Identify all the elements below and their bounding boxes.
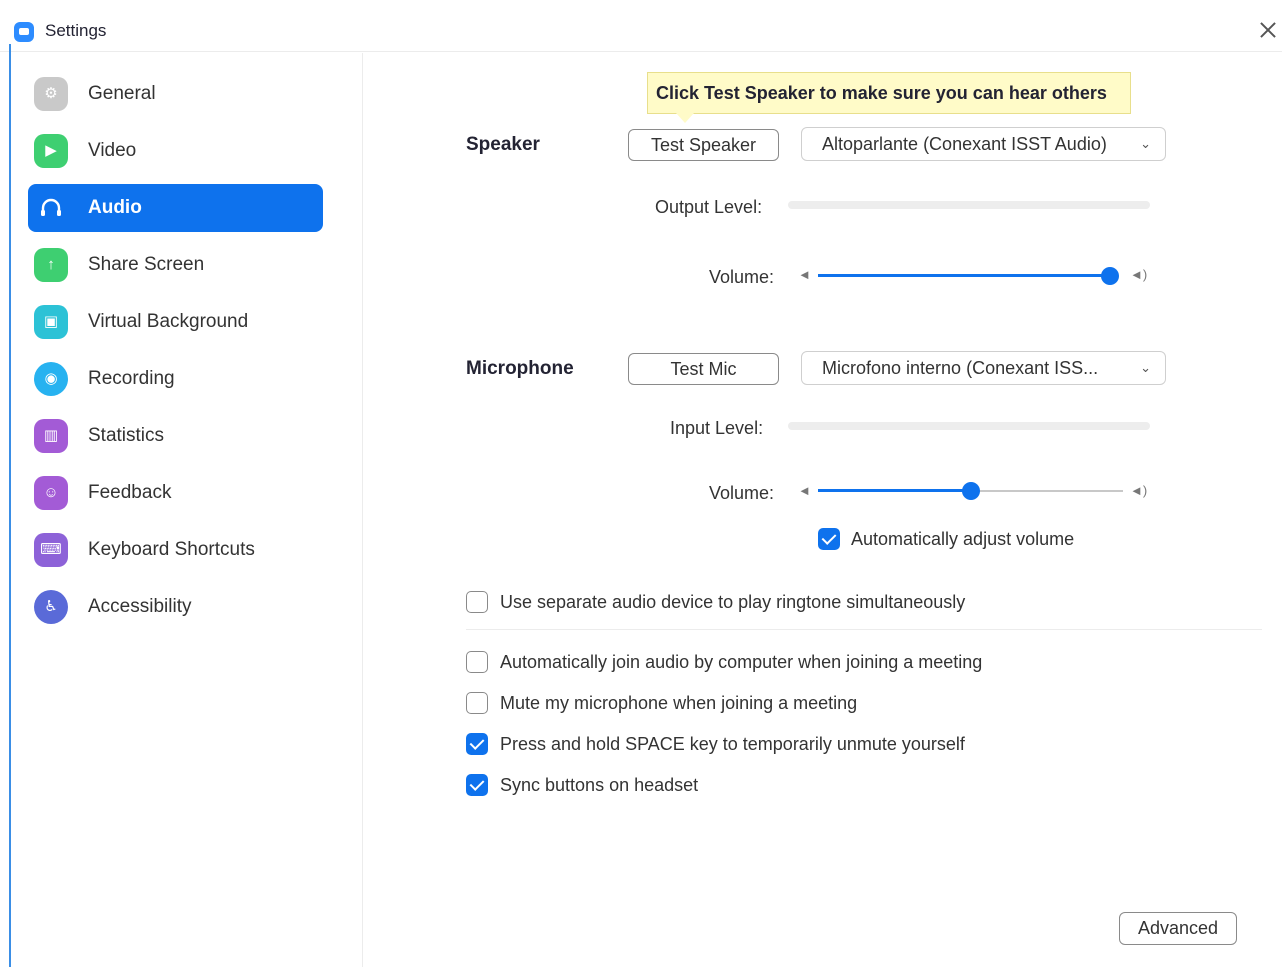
speaker-device-select[interactable]: Altoparlante (Conexant ISST Audio) ⌄ xyxy=(801,127,1166,161)
keyboard-icon: ⌨ xyxy=(34,533,68,567)
auto-adjust-volume-checkbox[interactable] xyxy=(818,528,840,550)
slider-fill xyxy=(818,274,1110,277)
sidebar-item-label: General xyxy=(88,83,156,104)
window-title: Settings xyxy=(45,21,107,40)
chevron-down-icon: ⌄ xyxy=(1140,360,1151,375)
mic-low-volume-icon: ◄ xyxy=(798,483,811,498)
share-screen-icon: ↑ xyxy=(34,248,68,282)
speaker-high-volume-icon: ◄) xyxy=(1130,267,1148,282)
sidebar-item-label: Audio xyxy=(88,197,142,218)
input-level-meter xyxy=(788,422,1150,430)
separate-ringtone-device-label: Use separate audio device to play ringto… xyxy=(500,592,966,612)
sidebar-item-keyboard-shortcuts[interactable]: ⌨ Keyboard Shortcuts xyxy=(28,526,323,574)
gear-icon: ⚙ xyxy=(34,77,68,111)
section-divider xyxy=(466,629,1262,630)
settings-sidebar: ⚙ General ▶ Video Audio ↑ Share Screen ▣… xyxy=(12,53,363,967)
sidebar-item-label: Recording xyxy=(88,368,175,389)
sidebar-item-statistics[interactable]: ▥ Statistics xyxy=(28,412,323,460)
mute-on-join-checkbox[interactable] xyxy=(466,692,488,714)
auto-adjust-volume-label: Automatically adjust volume xyxy=(851,529,1075,549)
mute-on-join-label: Mute my microphone when joining a meetin… xyxy=(500,693,858,713)
sidebar-item-label: Accessibility xyxy=(88,596,192,617)
output-level-label: Output Level: xyxy=(655,197,763,217)
sidebar-item-virtual-background[interactable]: ▣ Virtual Background xyxy=(28,298,323,346)
sidebar-item-feedback[interactable]: ☺ Feedback xyxy=(28,469,323,517)
virtual-background-icon: ▣ xyxy=(34,305,68,339)
chevron-down-icon: ⌄ xyxy=(1140,136,1151,151)
microphone-device-select[interactable]: Microfono interno (Conexant ISS... ⌄ xyxy=(801,351,1166,385)
sidebar-item-audio[interactable]: Audio xyxy=(28,184,323,232)
microphone-section-label: Microphone xyxy=(466,358,574,379)
test-speaker-tooltip: Click Test Speaker to make sure you can … xyxy=(647,72,1131,114)
tooltip-arrow xyxy=(676,113,694,123)
microphone-device-value: Microfono interno (Conexant ISS... xyxy=(822,358,1099,378)
microphone-volume-slider[interactable] xyxy=(818,481,1123,501)
title-bar: Settings xyxy=(0,0,1282,52)
speaker-device-value: Altoparlante (Conexant ISST Audio) xyxy=(822,134,1107,154)
test-speaker-button[interactable]: Test Speaker xyxy=(628,129,779,161)
close-icon[interactable] xyxy=(1254,16,1282,44)
microphone-volume-label: Volume: xyxy=(709,483,775,503)
statistics-icon: ▥ xyxy=(34,419,68,453)
separate-ringtone-device-checkbox[interactable] xyxy=(466,591,488,613)
sidebar-item-video[interactable]: ▶ Video xyxy=(28,127,323,175)
speaker-volume-slider[interactable] xyxy=(818,266,1119,286)
test-mic-button[interactable]: Test Mic xyxy=(628,353,779,385)
sync-headset-buttons-checkbox[interactable] xyxy=(466,774,488,796)
sidebar-item-general[interactable]: ⚙ General xyxy=(28,70,323,118)
zoom-app-icon xyxy=(14,22,34,42)
headphones-icon xyxy=(34,191,68,225)
slider-thumb[interactable] xyxy=(962,482,980,500)
speaker-section-label: Speaker xyxy=(466,134,540,155)
space-to-unmute-checkbox[interactable] xyxy=(466,733,488,755)
speaker-low-volume-icon: ◄ xyxy=(798,267,811,282)
sidebar-item-label: Keyboard Shortcuts xyxy=(88,539,255,560)
auto-join-audio-checkbox[interactable] xyxy=(466,651,488,673)
input-level-label: Input Level: xyxy=(670,418,764,438)
recording-icon: ◉ xyxy=(34,362,68,396)
sync-headset-buttons-label: Sync buttons on headset xyxy=(500,775,699,795)
slider-thumb[interactable] xyxy=(1101,267,1119,285)
accessibility-icon: ♿ xyxy=(34,590,68,624)
sidebar-item-recording[interactable]: ◉ Recording xyxy=(28,355,323,403)
feedback-icon: ☺ xyxy=(34,476,68,510)
output-level-meter xyxy=(788,201,1150,209)
space-to-unmute-label: Press and hold SPACE key to temporarily … xyxy=(500,734,965,754)
auto-join-audio-label: Automatically join audio by computer whe… xyxy=(500,652,983,672)
mic-high-volume-icon: ◄) xyxy=(1130,483,1148,498)
slider-fill xyxy=(818,489,971,492)
window-edge-accent xyxy=(9,44,11,967)
sidebar-item-accessibility[interactable]: ♿ Accessibility xyxy=(28,583,323,631)
advanced-button[interactable]: Advanced xyxy=(1119,912,1237,945)
sidebar-item-share-screen[interactable]: ↑ Share Screen xyxy=(28,241,323,289)
sidebar-item-label: Virtual Background xyxy=(88,311,249,332)
sidebar-item-label: Video xyxy=(88,140,137,161)
sidebar-item-label: Feedback xyxy=(88,482,172,503)
video-camera-icon: ▶ xyxy=(34,134,68,168)
sidebar-item-label: Statistics xyxy=(88,425,165,446)
sidebar-item-label: Share Screen xyxy=(88,254,205,275)
speaker-volume-label: Volume: xyxy=(709,267,775,287)
